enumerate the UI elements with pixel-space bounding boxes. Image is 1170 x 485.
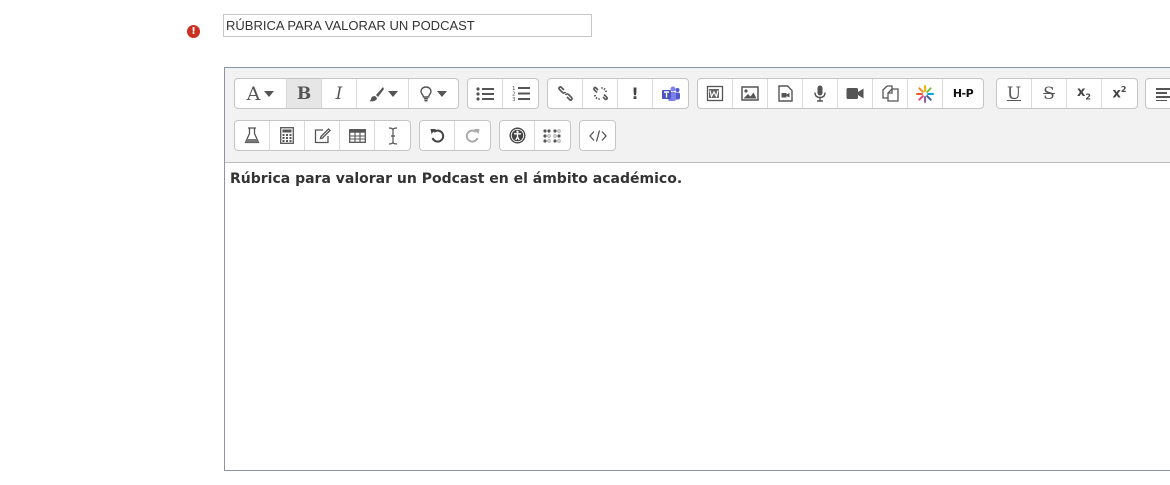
chevron-down-icon — [264, 90, 275, 97]
toolbar-group-links: ! — [547, 78, 689, 109]
link-icon — [557, 86, 573, 101]
name-input[interactable] — [223, 14, 592, 37]
toolbar-group-format: U S x2 x2 — [996, 78, 1138, 109]
exclamation-icon: ! — [631, 84, 639, 103]
html-button[interactable] — [580, 121, 615, 150]
word-icon — [706, 85, 724, 102]
screen-reader-button[interactable] — [535, 121, 570, 150]
required-icon: ! — [187, 25, 200, 38]
svg-text:3: 3 — [512, 97, 516, 102]
editor-toolbar: A B I 1 2 3 ! H-P U S x2 x2 — [225, 68, 1170, 163]
redo-icon — [465, 129, 480, 143]
code-icon — [588, 129, 607, 142]
media-button[interactable] — [768, 79, 803, 108]
redo-button[interactable] — [455, 121, 490, 150]
teams-button[interactable] — [653, 79, 688, 108]
accessibility-checker-button[interactable] — [500, 121, 535, 150]
text-cursor-button[interactable] — [375, 121, 410, 150]
unordered-list-button[interactable] — [468, 79, 503, 108]
toolbar-group-style: A B I — [234, 78, 459, 109]
accessibility-icon — [509, 127, 525, 144]
subscript-mark: 2 — [1085, 92, 1091, 102]
record-audio-button[interactable] — [803, 79, 838, 108]
image-icon — [741, 86, 759, 101]
manage-files-button[interactable] — [873, 79, 908, 108]
text-color-button[interactable] — [357, 79, 409, 108]
unlink-button[interactable] — [583, 79, 618, 108]
strikethrough-button[interactable]: S — [1032, 79, 1067, 108]
h5p-icon: H-P — [952, 87, 974, 100]
brush-icon — [368, 86, 384, 101]
subscript-icon: x2 — [1077, 85, 1091, 102]
numbered-list-icon: 1 2 3 — [512, 86, 530, 102]
edit-icon — [314, 127, 331, 143]
superscript-icon: x2 — [1113, 85, 1127, 101]
chevron-down-icon — [437, 90, 447, 97]
bullet-list-icon — [476, 86, 494, 101]
chemistry-button[interactable] — [235, 121, 270, 150]
underline-icon: U — [1006, 83, 1022, 104]
italic-button[interactable]: I — [322, 79, 357, 108]
strikethrough-icon: S — [1043, 83, 1055, 104]
link-button[interactable] — [548, 79, 583, 108]
chevron-down-icon — [387, 90, 398, 97]
ordered-list-button[interactable]: 1 2 3 — [503, 79, 538, 108]
align-icon — [1155, 87, 1170, 101]
unlink-icon — [592, 86, 608, 101]
video-camera-icon — [846, 88, 864, 99]
toolbar-group-history — [419, 120, 491, 151]
underline-button[interactable]: U — [997, 79, 1032, 108]
image-button[interactable] — [733, 79, 768, 108]
content-paragraph: Rúbrica para valorar un Podcast en el ám… — [230, 171, 683, 187]
table-button[interactable] — [340, 121, 375, 150]
text-editor: A B I 1 2 3 ! H-P U S x2 x2 Rúbrica para… — [224, 67, 1170, 471]
toolbar-group-accessibility — [499, 120, 571, 151]
styles-dropdown-button[interactable] — [409, 79, 458, 108]
edit-equation-button[interactable] — [305, 121, 340, 150]
braille-icon — [542, 128, 561, 143]
text-cursor-icon — [388, 126, 397, 145]
italic-icon: I — [335, 83, 343, 104]
toolbar-group-html — [579, 120, 616, 151]
bold-icon: B — [296, 83, 312, 104]
media-file-icon — [777, 85, 793, 102]
font-dropdown-button[interactable]: A — [235, 79, 287, 108]
toolbar-group-lists: 1 2 3 — [467, 78, 539, 109]
word-paste-button[interactable] — [698, 79, 733, 108]
record-video-button[interactable] — [838, 79, 873, 108]
superscript-mark: 2 — [1120, 85, 1127, 95]
microphone-icon — [814, 85, 826, 102]
undo-button[interactable] — [420, 121, 455, 150]
subscript-button[interactable]: x2 — [1067, 79, 1102, 108]
superscript-button[interactable]: x2 — [1102, 79, 1137, 108]
calculator-icon — [280, 127, 294, 144]
loading-button[interactable] — [908, 79, 943, 108]
bold-button[interactable]: B — [287, 79, 322, 108]
align-button[interactable] — [1146, 79, 1170, 108]
toolbar-group-media: H-P — [697, 78, 984, 109]
alert-button[interactable]: ! — [618, 79, 653, 108]
font-icon: A — [246, 82, 261, 105]
superscript-letter: x — [1112, 86, 1121, 102]
files-icon — [881, 85, 899, 102]
flask-icon — [244, 127, 260, 144]
undo-icon — [430, 129, 444, 143]
editor-content[interactable]: Rúbrica para valorar un Podcast en el ám… — [230, 171, 1170, 187]
toolbar-group-align — [1145, 78, 1170, 109]
lightbulb-icon — [420, 85, 432, 101]
spinner-icon — [916, 84, 934, 103]
toolbar-group-math — [234, 120, 411, 151]
teams-icon — [661, 86, 680, 101]
table-icon — [348, 128, 366, 143]
h5p-button[interactable]: H-P — [943, 79, 983, 108]
calculator-button[interactable] — [270, 121, 305, 150]
